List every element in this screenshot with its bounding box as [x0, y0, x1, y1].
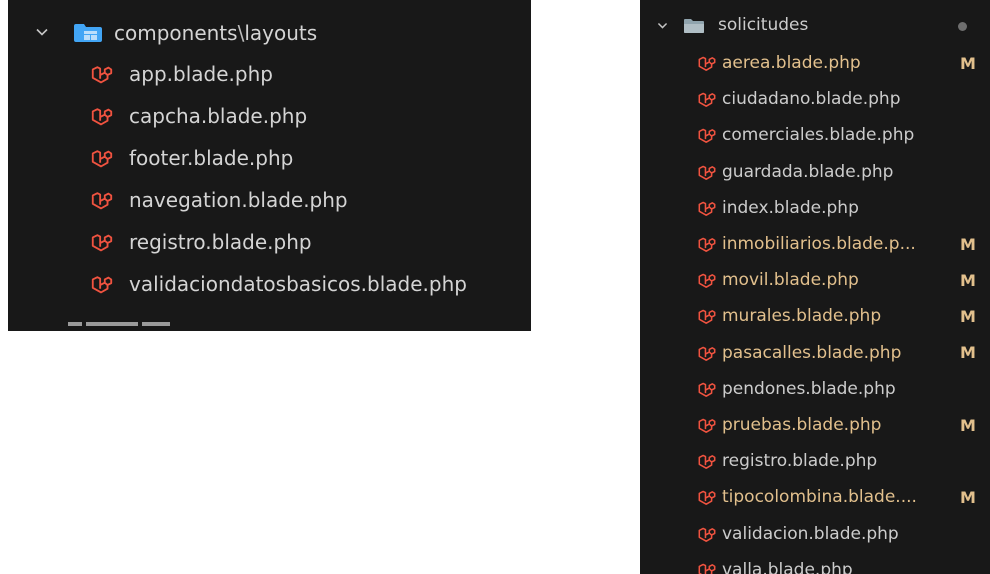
file-label: index.blade.php — [722, 197, 859, 218]
file-label: ciudadano.blade.php — [722, 89, 901, 110]
laravel-icon — [697, 380, 717, 400]
file-label: pruebas.blade.php — [722, 415, 882, 435]
folder-label: components\layouts — [114, 21, 318, 45]
file-label: navegation.blade.php — [129, 188, 348, 212]
file-row[interactable]: inmobiliarios.blade.p... M — [640, 227, 990, 261]
file-row[interactable]: navegation.blade.php — [8, 182, 531, 218]
laravel-icon — [90, 63, 114, 87]
git-status-badge: M — [960, 415, 976, 435]
file-label: aerea.blade.php — [722, 53, 861, 73]
file-label: validaciondatosbasicos.blade.php — [129, 272, 467, 296]
file-row[interactable]: capcha.blade.php — [8, 98, 531, 134]
laravel-icon — [697, 54, 717, 74]
file-label: pasacalles.blade.php — [722, 342, 902, 363]
laravel-icon — [90, 105, 114, 129]
git-status-badge: M — [960, 487, 976, 507]
file-row[interactable]: comerciales.blade.php — [640, 118, 990, 152]
file-label: pendones.blade.php — [722, 378, 896, 399]
folder-row-solicitudes[interactable]: solicitudes — [640, 8, 990, 42]
explorer-panel-solicitudes: solicitudes aerea.blade.php Mciudadano.bl… — [640, 0, 990, 574]
folder-icon — [683, 18, 705, 34]
laravel-icon — [697, 416, 717, 436]
explorer-panel-layouts: components\layouts app.blade.php capcha.b… — [8, 0, 531, 331]
git-status-badge: M — [960, 234, 976, 254]
file-row[interactable]: tipocolombina.blade.... M — [640, 480, 990, 514]
laravel-icon — [697, 307, 717, 327]
file-row[interactable]: murales.blade.php M — [640, 299, 990, 333]
laravel-icon — [90, 147, 114, 171]
git-status-badge: M — [960, 270, 976, 290]
file-row[interactable]: index.blade.php — [640, 191, 990, 225]
laravel-icon — [697, 488, 717, 508]
laravel-icon — [697, 199, 717, 219]
chevron-down-icon[interactable] — [656, 19, 669, 32]
git-status-badge: M — [960, 53, 976, 73]
laravel-icon — [90, 189, 114, 213]
file-row[interactable]: validacion.blade.php — [640, 517, 990, 551]
file-label: comerciales.blade.php — [722, 125, 915, 146]
laravel-icon — [697, 163, 717, 183]
laravel-icon — [697, 271, 717, 291]
laravel-icon — [697, 90, 717, 110]
file-label: footer.blade.php — [129, 146, 294, 170]
file-label: validacion.blade.php — [722, 523, 899, 544]
file-row[interactable]: pasacalles.blade.php M — [640, 336, 990, 370]
git-status-badge: M — [960, 343, 976, 363]
file-row[interactable]: valla.blade.php — [640, 553, 990, 574]
file-row[interactable]: pendones.blade.php — [640, 372, 990, 406]
file-label: capcha.blade.php — [129, 104, 308, 128]
file-row[interactable]: aerea.blade.php M — [640, 46, 990, 80]
folder-row-components-layouts[interactable]: components\layouts — [8, 15, 531, 51]
file-label: app.blade.php — [129, 62, 273, 86]
file-row[interactable]: footer.blade.php — [8, 140, 531, 176]
folder-label: solicitudes — [718, 15, 809, 35]
laravel-icon — [697, 452, 717, 472]
file-row[interactable]: ciudadano.blade.php — [640, 82, 990, 116]
folder-layouts-icon — [73, 23, 103, 43]
file-row[interactable]: registro.blade.php — [640, 444, 990, 478]
laravel-icon — [90, 231, 114, 255]
file-label: inmobiliarios.blade.p... — [722, 234, 916, 254]
file-row[interactable]: validaciondatosbasicos.blade.php — [8, 266, 531, 302]
laravel-icon — [697, 344, 717, 364]
laravel-icon — [697, 525, 717, 545]
partial-row — [68, 322, 208, 331]
file-label: valla.blade.php — [722, 559, 853, 574]
modified-dot — [958, 22, 967, 31]
laravel-icon — [697, 561, 717, 574]
chevron-down-icon[interactable] — [34, 24, 50, 40]
file-label: registro.blade.php — [722, 451, 878, 472]
file-row[interactable]: movil.blade.php M — [640, 263, 990, 297]
file-label: movil.blade.php — [722, 270, 859, 291]
file-row[interactable]: guardada.blade.php — [640, 155, 990, 189]
laravel-icon — [90, 273, 114, 297]
file-label: guardada.blade.php — [722, 161, 894, 182]
file-row[interactable]: registro.blade.php — [8, 224, 531, 260]
file-row[interactable]: app.blade.php — [8, 56, 531, 92]
file-label: registro.blade.php — [129, 230, 312, 254]
file-label: tipocolombina.blade.... — [722, 487, 917, 508]
file-label: murales.blade.php — [722, 306, 882, 327]
laravel-icon — [697, 235, 717, 255]
git-status-badge: M — [960, 306, 976, 326]
file-row[interactable]: pruebas.blade.php M — [640, 408, 990, 442]
laravel-icon — [697, 126, 717, 146]
